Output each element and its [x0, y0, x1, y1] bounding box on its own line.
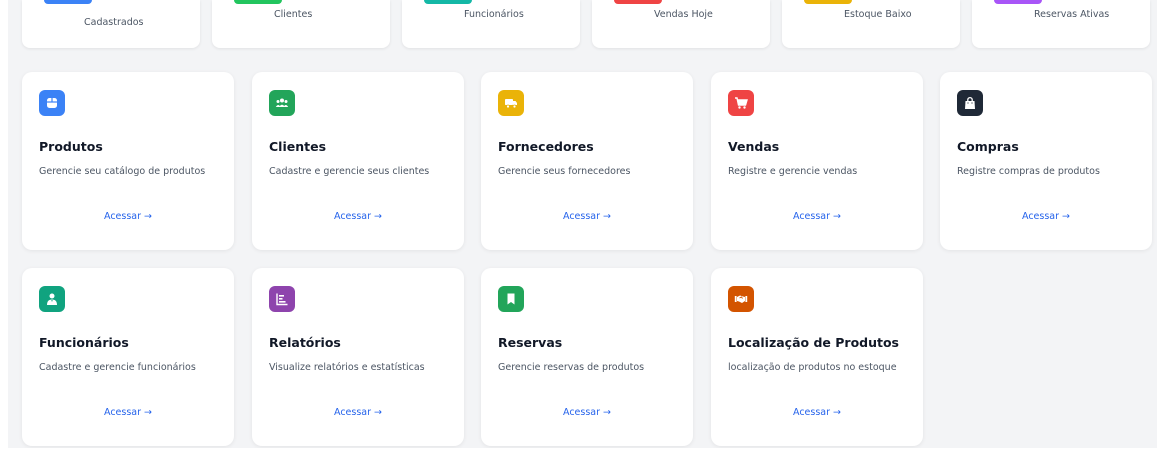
dashboard-canvas: Cadastrados Clientes Funcionários Vendas…	[0, 0, 1157, 462]
module-description: Cadastre e gerencie seus clientes	[269, 166, 430, 177]
users-icon	[269, 90, 295, 116]
access-link[interactable]: Acessar →	[252, 407, 464, 418]
access-link[interactable]: Acessar →	[22, 407, 234, 418]
stat-label: Clientes	[274, 9, 313, 20]
module-title: Localização de Produtos	[728, 335, 900, 350]
module-description: Gerencie reservas de produtos	[498, 362, 645, 373]
stat-card-estoque-baixo: Estoque Baixo	[782, 0, 960, 48]
stat-label: Estoque Baixo	[844, 9, 912, 20]
module-description: Gerencie seu catálogo de produtos	[39, 166, 206, 177]
module-description: Cadastre e gerencie funcionários	[39, 362, 196, 373]
access-link[interactable]: Acessar →	[252, 211, 464, 222]
stat-indicator	[614, 0, 662, 4]
stat-indicator	[234, 0, 282, 4]
box-icon	[39, 90, 65, 116]
module-title: Reservas	[498, 335, 563, 350]
module-card-vendas[interactable]: Vendas Registre e gerencie vendas Acessa…	[711, 72, 923, 250]
module-card-compras[interactable]: Compras Registre compras de produtos Ace…	[940, 72, 1152, 250]
module-description: Visualize relatórios e estatísticas	[269, 362, 425, 373]
bag-icon	[957, 90, 983, 116]
stat-card-clientes: Clientes	[212, 0, 390, 48]
module-card-funcionarios[interactable]: Funcionários Cadastre e gerencie funcion…	[22, 268, 234, 446]
module-description: Registre e gerencie vendas	[728, 166, 858, 177]
module-description: localização de produtos no estoque	[728, 362, 897, 373]
access-link[interactable]: Acessar →	[481, 211, 693, 222]
stat-card-cadastrados: Cadastrados	[22, 0, 200, 48]
access-link[interactable]: Acessar →	[940, 211, 1152, 222]
module-title: Clientes	[269, 139, 327, 154]
access-link[interactable]: Acessar →	[711, 211, 923, 222]
bookmark-icon	[498, 286, 524, 312]
module-card-fornecedores[interactable]: Fornecedores Gerencie seus fornecedores …	[481, 72, 693, 250]
module-card-produtos[interactable]: Produtos Gerencie seu catálogo de produt…	[22, 72, 234, 250]
access-link[interactable]: Acessar →	[481, 407, 693, 418]
cart-icon	[728, 90, 754, 116]
employee-icon	[39, 286, 65, 312]
stat-label: Reservas Ativas	[1034, 9, 1110, 20]
report-icon	[269, 286, 295, 312]
module-card-relatorios[interactable]: Relatórios Visualize relatórios e estatí…	[252, 268, 464, 446]
stat-card-funcionarios: Funcionários	[402, 0, 580, 48]
module-title: Fornecedores	[498, 139, 594, 154]
module-card-reservas[interactable]: Reservas Gerencie reservas de produtos A…	[481, 268, 693, 446]
stat-indicator	[424, 0, 472, 4]
module-description: Gerencie seus fornecedores	[498, 166, 631, 177]
module-card-localizacao[interactable]: Localização de Produtos localização de p…	[711, 268, 923, 446]
module-title: Funcionários	[39, 335, 129, 350]
stat-label: Cadastrados	[84, 17, 144, 28]
stat-card-vendas-hoje: Vendas Hoje	[592, 0, 770, 48]
stat-indicator	[994, 0, 1042, 4]
access-link[interactable]: Acessar →	[711, 407, 923, 418]
access-link[interactable]: Acessar →	[22, 211, 234, 222]
stat-label: Vendas Hoje	[654, 9, 713, 20]
module-title: Relatórios	[269, 335, 341, 350]
module-description: Registre compras de produtos	[957, 166, 1100, 177]
left-edge	[0, 0, 8, 462]
stat-card-reservas-ativas: Reservas Ativas	[972, 0, 1150, 48]
handshake-icon	[728, 286, 754, 312]
stat-label: Funcionários	[464, 9, 524, 20]
module-title: Vendas	[728, 139, 780, 154]
module-title: Produtos	[39, 139, 103, 154]
bottom-edge	[0, 448, 1157, 462]
module-card-clientes[interactable]: Clientes Cadastre e gerencie seus client…	[252, 72, 464, 250]
stat-indicator	[804, 0, 852, 4]
module-title: Compras	[957, 139, 1019, 154]
stat-indicator	[44, 0, 92, 4]
truck-icon	[498, 90, 524, 116]
